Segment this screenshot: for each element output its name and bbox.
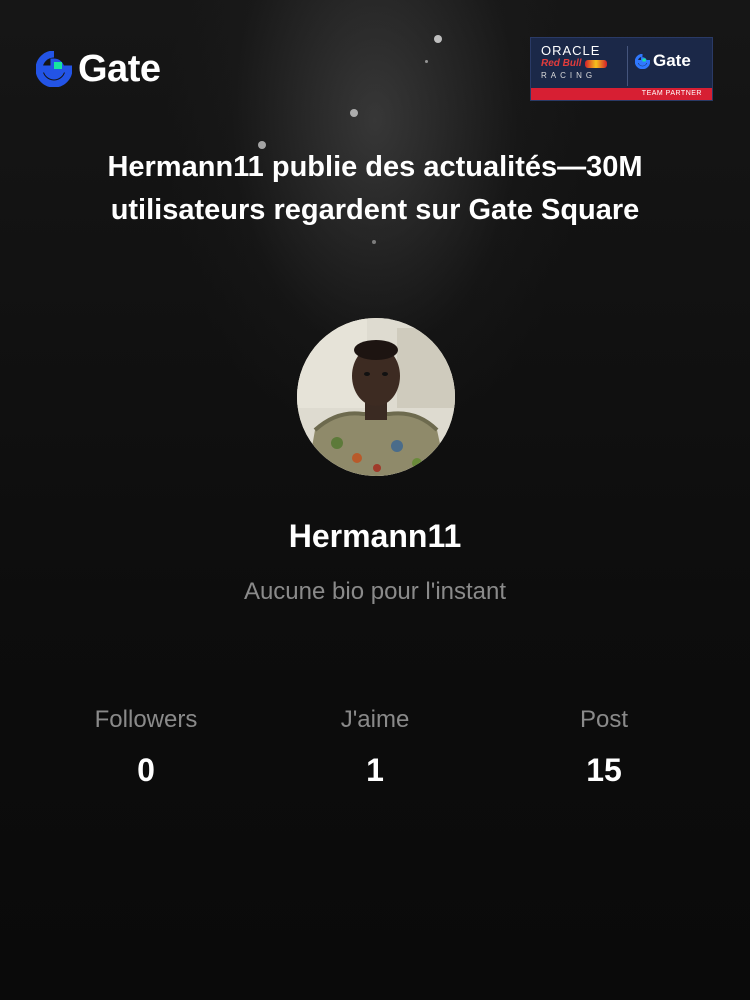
partner-badge: ORACLE Red Bull RACING Gate TEAM PARTNER <box>530 37 713 101</box>
stat-posts[interactable]: Post 15 <box>494 702 714 792</box>
stat-likes[interactable]: J'aime 1 <box>265 702 485 792</box>
partner-gate-logo: Gate <box>635 52 691 70</box>
profile-username: Hermann11 <box>288 518 462 554</box>
page-headline: Hermann11 publie des actualités—30M util… <box>107 151 643 226</box>
redbull-icon <box>584 60 607 68</box>
sparkle <box>425 60 428 63</box>
racing-label: RACING <box>541 71 597 80</box>
gate-logo-icon <box>635 53 650 69</box>
sparkle <box>372 240 376 244</box>
gate-logo[interactable]: Gate <box>36 48 161 90</box>
stat-label: Post <box>579 706 629 733</box>
gate-logo-icon <box>36 51 72 87</box>
logo-text: Gate <box>78 48 161 90</box>
stat-followers[interactable]: Followers 0 <box>36 702 256 792</box>
stat-label: Followers <box>94 706 198 733</box>
sparkle <box>350 109 358 117</box>
partner-gate-text: Gate <box>653 51 691 70</box>
team-partner-strip: TEAM PARTNER <box>531 88 712 100</box>
oracle-label: ORACLE <box>541 43 601 58</box>
partner-sponsor-block: ORACLE Red Bull RACING <box>541 44 621 82</box>
stat-value: 15 <box>586 752 622 788</box>
profile-bio: Aucune bio pour l'instant <box>243 578 507 605</box>
stat-value: 1 <box>366 752 384 788</box>
stat-value: 0 <box>137 752 155 788</box>
avatar[interactable] <box>297 318 455 476</box>
redbull-text: Red Bull <box>541 58 582 69</box>
avatar-photo <box>297 318 455 476</box>
partner-divider <box>627 46 628 86</box>
redbull-label: Red Bull <box>541 58 621 70</box>
stat-label: J'aime <box>340 706 410 733</box>
sparkle <box>434 35 442 43</box>
